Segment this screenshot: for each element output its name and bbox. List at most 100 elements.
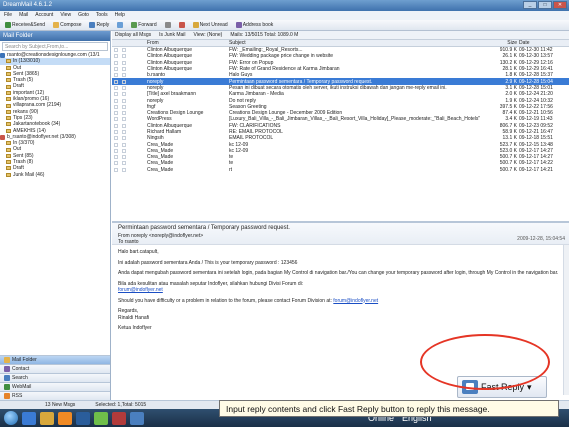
message-row[interactable]: Clinton Albuquerque FW: _Emailing:_Royal_… (112, 47, 569, 53)
message-row[interactable]: Crea_Made kc 12-09 523.7 K 09-12-15 13:48 (112, 141, 569, 148)
message-row[interactable]: noreply Pesan ini dibuat secara otomatis … (112, 85, 569, 91)
flag-icon[interactable] (114, 136, 118, 141)
flag-icon[interactable] (114, 111, 118, 116)
message-row[interactable]: Crea_Made te 500.7 K 09-12-17 14:22 (112, 160, 569, 166)
dreamweaver-app-icon[interactable] (94, 411, 108, 425)
message-row[interactable]: fngf Season Greeting 397.5 K 09-12-22 17:56 (112, 104, 569, 110)
column-date[interactable]: Date (519, 40, 567, 46)
chevron-down-icon[interactable]: ▾ (527, 382, 532, 393)
row-flags[interactable] (112, 48, 147, 53)
panel-rss[interactable]: RSS (0, 391, 110, 400)
preview-from[interactable]: noreply <noreply@indoflyer.net> (131, 233, 203, 239)
row-flags[interactable] (112, 136, 147, 141)
flag-icon[interactable] (114, 161, 118, 166)
column-from[interactable]: From (147, 40, 229, 46)
next-unread-button[interactable]: Next Unread (191, 22, 230, 28)
flag-icon[interactable] (114, 92, 118, 97)
preview-scrollbar[interactable] (563, 245, 569, 395)
flag-icon[interactable] (114, 117, 118, 122)
flag-icon[interactable] (114, 73, 118, 78)
menu-tools[interactable]: Tools (96, 12, 108, 19)
flag-icon[interactable] (114, 54, 118, 59)
message-row[interactable]: Clinton Albuquerque FW: Error on Popup 130… (112, 60, 569, 66)
minimize-button[interactable]: _ (523, 1, 537, 9)
view-select[interactable]: View: (None) (194, 32, 223, 38)
panel-mail-folder[interactable]: Mail Folder (0, 355, 110, 364)
address-book-button[interactable]: Address book (234, 22, 276, 28)
flag-icon[interactable] (114, 79, 118, 84)
message-row[interactable]: Crea_Made kc 12-09 523.0 K 09-12-17 14:27 (112, 148, 569, 154)
app-icon[interactable] (112, 411, 126, 425)
message-row[interactable]: noreply Permintaan password sementara / T… (112, 78, 569, 85)
row-flags[interactable] (112, 111, 147, 116)
message-row[interactable]: Clinton Albuquerque FW: Wedding package p… (112, 53, 569, 59)
flag-icon[interactable] (114, 98, 118, 103)
panel-webmail[interactable]: WebMail (0, 382, 110, 391)
flag-icon[interactable] (114, 167, 118, 172)
row-flags[interactable] (112, 161, 147, 166)
message-row[interactable]: Richard Hallam RE: EMAIL PROTOCOL 58.9 K 09… (112, 129, 569, 135)
row-flags[interactable] (112, 104, 147, 109)
message-row[interactable]: Ningsih EMAIL PROTOCOL 13.1 K 09-12-18 15:5… (112, 135, 569, 141)
row-flags[interactable] (112, 60, 147, 65)
menu-file[interactable]: File (4, 12, 12, 19)
row-flags[interactable] (112, 67, 147, 72)
row-flags[interactable] (112, 73, 147, 78)
menu-view[interactable]: View (60, 12, 71, 19)
message-row[interactable]: Crea_Made rt 500.7 K 09-12-17 14:21 (112, 167, 569, 173)
column-subject[interactable]: Subject (229, 40, 491, 46)
row-flags[interactable] (112, 123, 147, 128)
row-flags[interactable] (112, 155, 147, 160)
forum-email-link[interactable]: forum@indoflyer.net (333, 298, 378, 304)
folder-search-input[interactable]: Search by Subject,From,to... (2, 42, 108, 51)
junk-mail-button[interactable]: Is Junk Mail (159, 32, 185, 38)
row-flags[interactable] (112, 98, 147, 103)
menu-help[interactable]: Help (115, 12, 125, 19)
row-flags[interactable] (112, 142, 147, 147)
row-flags[interactable] (112, 130, 147, 134)
mail-app-icon[interactable] (130, 411, 144, 425)
menu-mail[interactable]: Mail (19, 12, 28, 19)
close-button[interactable]: ✕ (553, 1, 567, 9)
reply-all-button[interactable] (115, 22, 125, 28)
folder-item[interactable]: Junk Mail (46) (0, 172, 110, 178)
flag-icon[interactable] (114, 155, 118, 160)
receive-send-button[interactable]: Receive&Send (3, 22, 47, 28)
start-button[interactable] (4, 411, 18, 425)
menu-account[interactable]: Account (35, 12, 53, 19)
flag-icon[interactable] (114, 85, 118, 90)
row-flags[interactable] (112, 117, 147, 122)
flag-icon[interactable] (114, 148, 118, 153)
panel-contact[interactable]: Contact (0, 364, 110, 373)
print-button[interactable] (163, 22, 173, 28)
flag-icon[interactable] (114, 123, 118, 128)
message-row[interactable]: b.rsanto Halo Guys 1.8 K 09-12-28 15:37 (112, 72, 569, 78)
message-row[interactable]: Clinton Albuquerque FW: CLARIFICATIONS 806… (112, 123, 569, 129)
row-flags[interactable] (112, 54, 147, 59)
media-app-icon[interactable] (58, 411, 72, 425)
maximize-button[interactable]: □ (538, 1, 552, 9)
message-row[interactable]: WordPress [Luxury_Bali_Villa_-_Bali_Jimba… (112, 116, 569, 122)
row-flags[interactable] (112, 92, 147, 97)
row-flags[interactable] (112, 85, 147, 90)
forward-button[interactable]: Forward (129, 22, 158, 28)
flag-icon[interactable] (114, 48, 118, 53)
column-size[interactable]: Size (491, 40, 519, 46)
compose-button[interactable]: Compose (51, 22, 83, 28)
photoshop-app-icon[interactable] (76, 411, 90, 425)
row-flags[interactable] (112, 79, 147, 84)
menu-goto[interactable]: Goto (78, 12, 89, 19)
message-row[interactable]: noreply Do not reply 1.9 K 09-12-24 10:32 (112, 97, 569, 104)
row-flags[interactable] (112, 167, 147, 172)
forum-email-link[interactable]: forum@indoflyer.net (118, 287, 163, 293)
browser-icon[interactable] (22, 411, 36, 425)
display-filter-select[interactable]: Display all Msgs (115, 32, 151, 38)
reply-button[interactable]: Reply (87, 22, 111, 28)
message-row[interactable]: Clinton Albuquerque FW: Rate of Grand Res… (112, 66, 569, 72)
flag-icon[interactable] (114, 60, 118, 65)
flag-icon[interactable] (114, 130, 118, 134)
message-row[interactable]: Crea_Made te 500.7 K 09-12-17 14:27 (112, 154, 569, 160)
message-row[interactable]: Creations Design Lounge Creations Design … (112, 110, 569, 116)
flag-icon[interactable] (114, 104, 118, 109)
message-row[interactable]: [Title] axel braakmann Karma Jimbaran - M… (112, 91, 569, 97)
